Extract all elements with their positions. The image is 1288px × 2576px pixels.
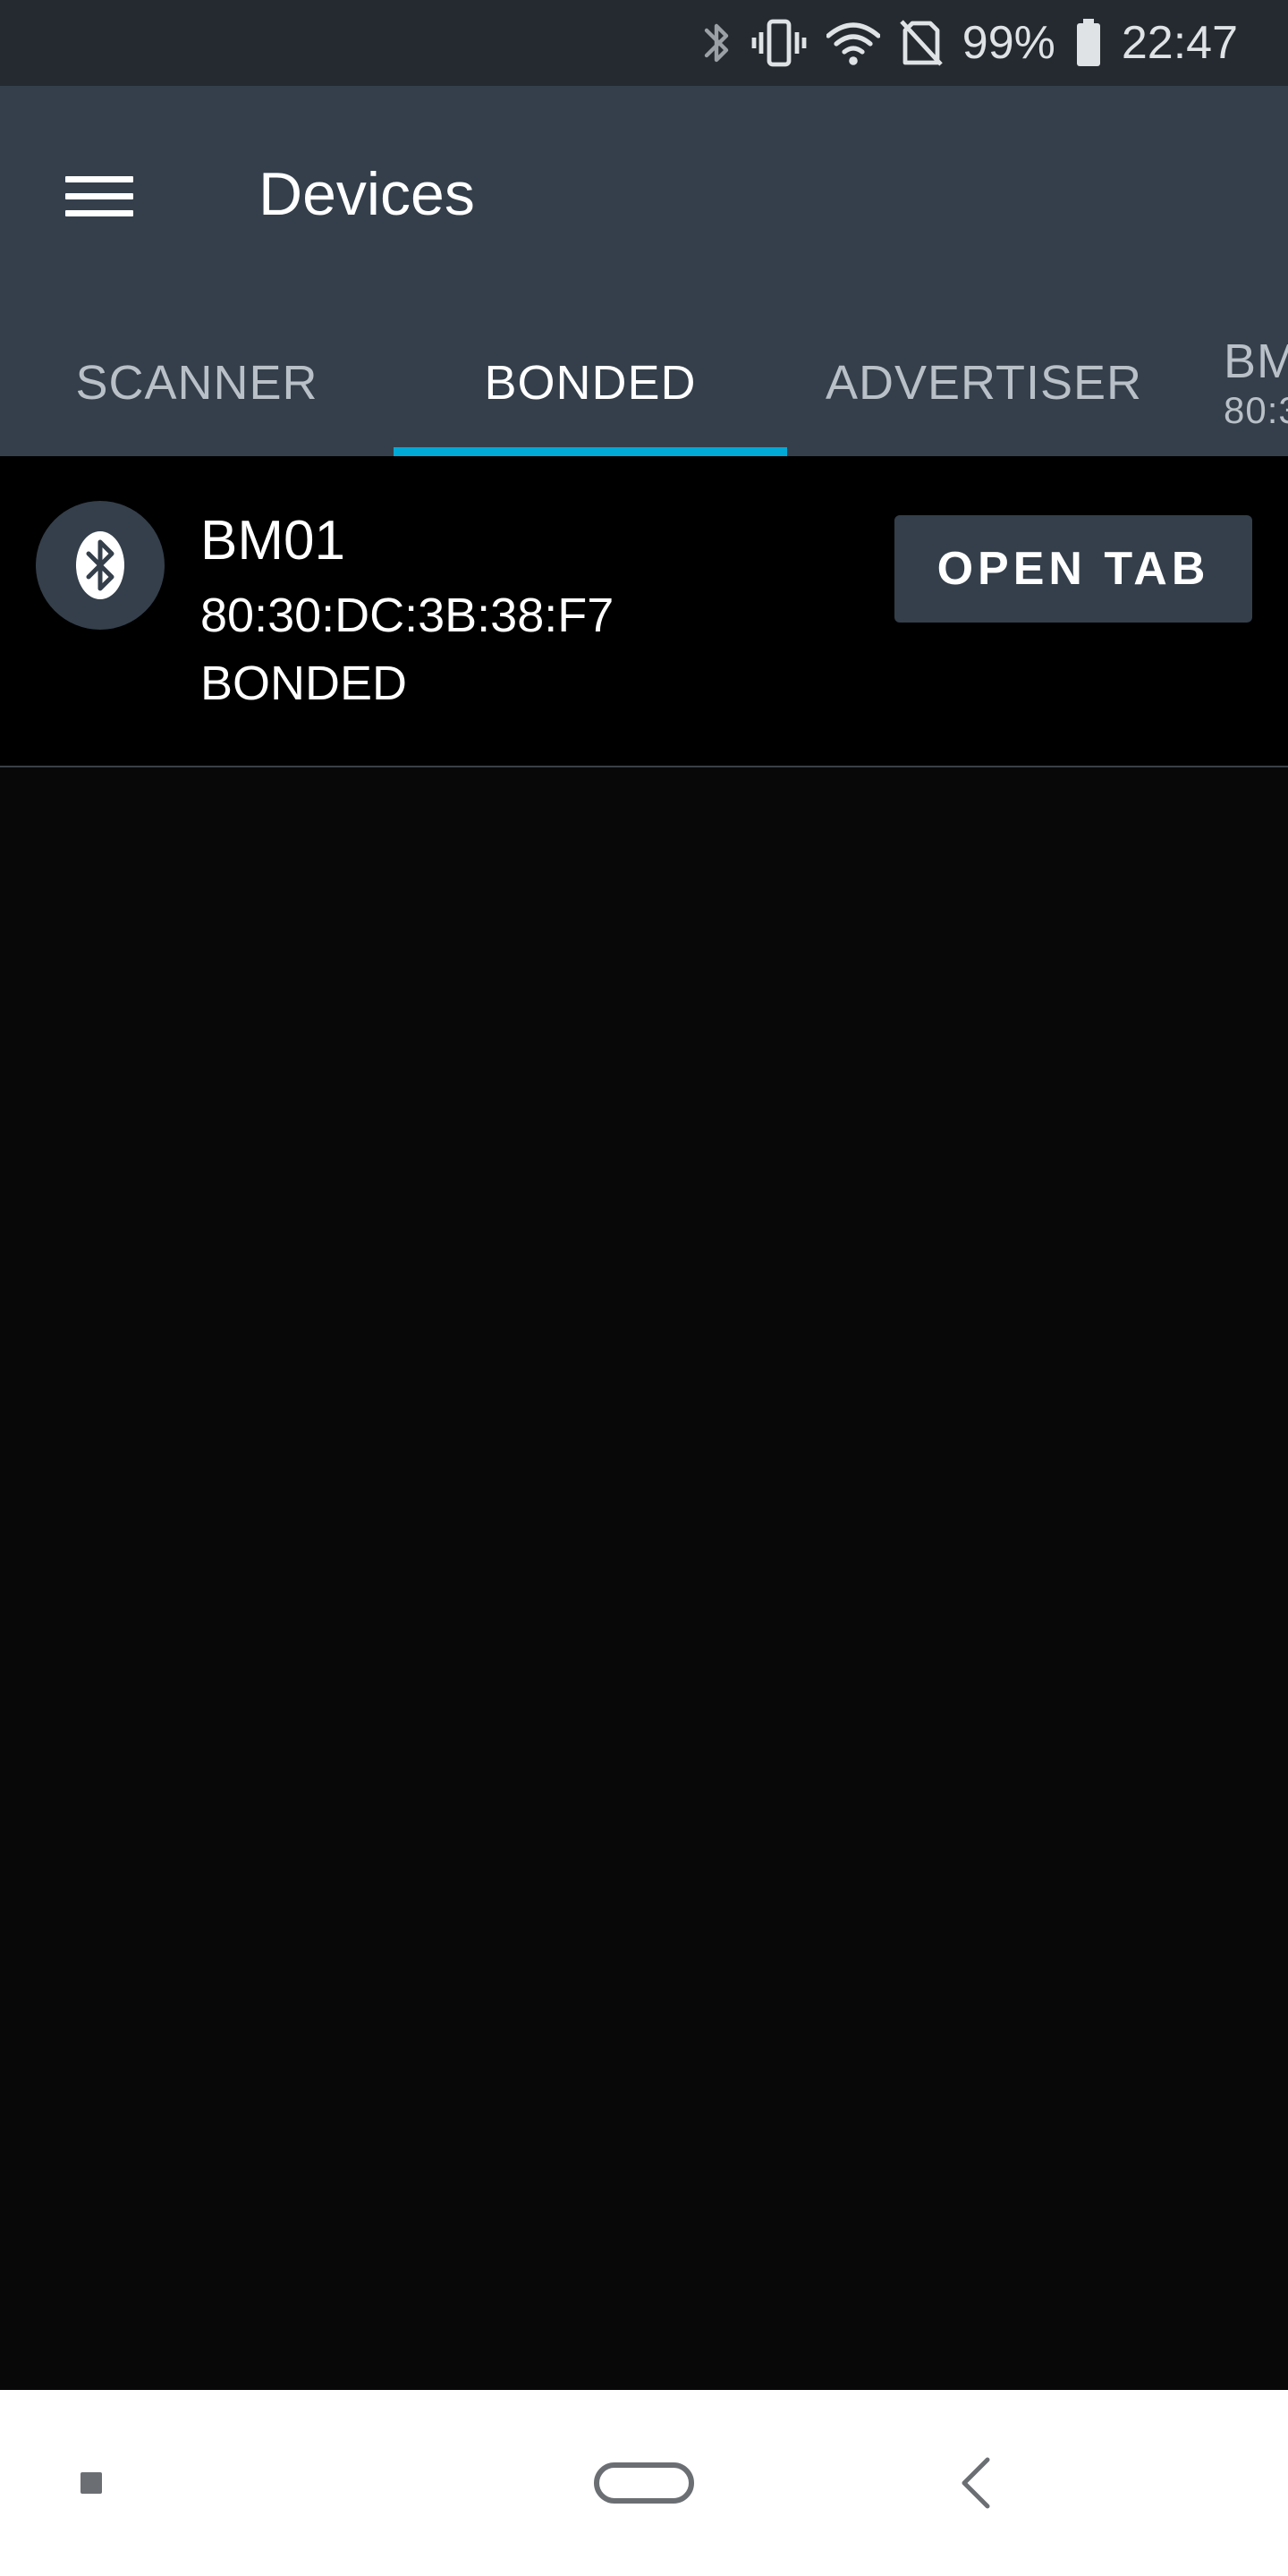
hamburger-menu-icon[interactable] (45, 141, 154, 250)
tab-device-bm01[interactable]: BM01 80:30:DC:3B:38:F7 (1224, 309, 1288, 456)
vibrate-icon (751, 18, 807, 68)
navigation-bar (0, 2390, 1288, 2576)
battery-percent: 99% (962, 17, 1055, 69)
screen: 99% 22:47 Devices SCANNER BONDED ADVERTI… (0, 0, 1288, 2576)
device-address: 80:30:DC:3B:38:F7 (200, 589, 614, 642)
back-icon[interactable] (921, 2390, 1029, 2576)
status-icons: 99% 22:47 (703, 0, 1238, 86)
open-tab-button[interactable]: OPEN TAB (894, 515, 1252, 623)
device-bond-state: BONDED (200, 657, 408, 710)
tab-device-address: 80:30:DC:3B:38:F7 (1224, 389, 1288, 431)
tab-device-name: BM01 (1224, 335, 1288, 388)
list-item[interactable]: BM01 80:30:DC:3B:38:F7 BONDED OPEN TAB (0, 456, 1288, 767)
device-avatar (36, 501, 165, 630)
status-bar: 99% 22:47 (0, 0, 1288, 86)
tab-scanner[interactable]: SCANNER (0, 309, 394, 456)
tab-bar: SCANNER BONDED ADVERTISER BM01 80:30:DC:… (0, 309, 1288, 456)
clock: 22:47 (1121, 17, 1238, 69)
tab-advertiser[interactable]: ADVERTISER (787, 309, 1181, 456)
bluetooth-icon (703, 18, 732, 68)
home-icon[interactable] (555, 2390, 733, 2576)
bluetooth-icon (76, 531, 124, 599)
device-name: BM01 (200, 510, 345, 572)
no-sim-icon (900, 20, 943, 66)
battery-icon (1075, 18, 1102, 68)
page-title: Devices (258, 160, 475, 228)
recents-icon[interactable] (36, 2390, 147, 2576)
active-tab-indicator (394, 447, 787, 456)
wifi-icon (826, 20, 880, 66)
tab-bonded[interactable]: BONDED (394, 309, 787, 456)
app-bar: Devices SCANNER BONDED ADVERTISER BM01 8… (0, 86, 1288, 456)
device-list: BM01 80:30:DC:3B:38:F7 BONDED OPEN TAB (0, 456, 1288, 767)
